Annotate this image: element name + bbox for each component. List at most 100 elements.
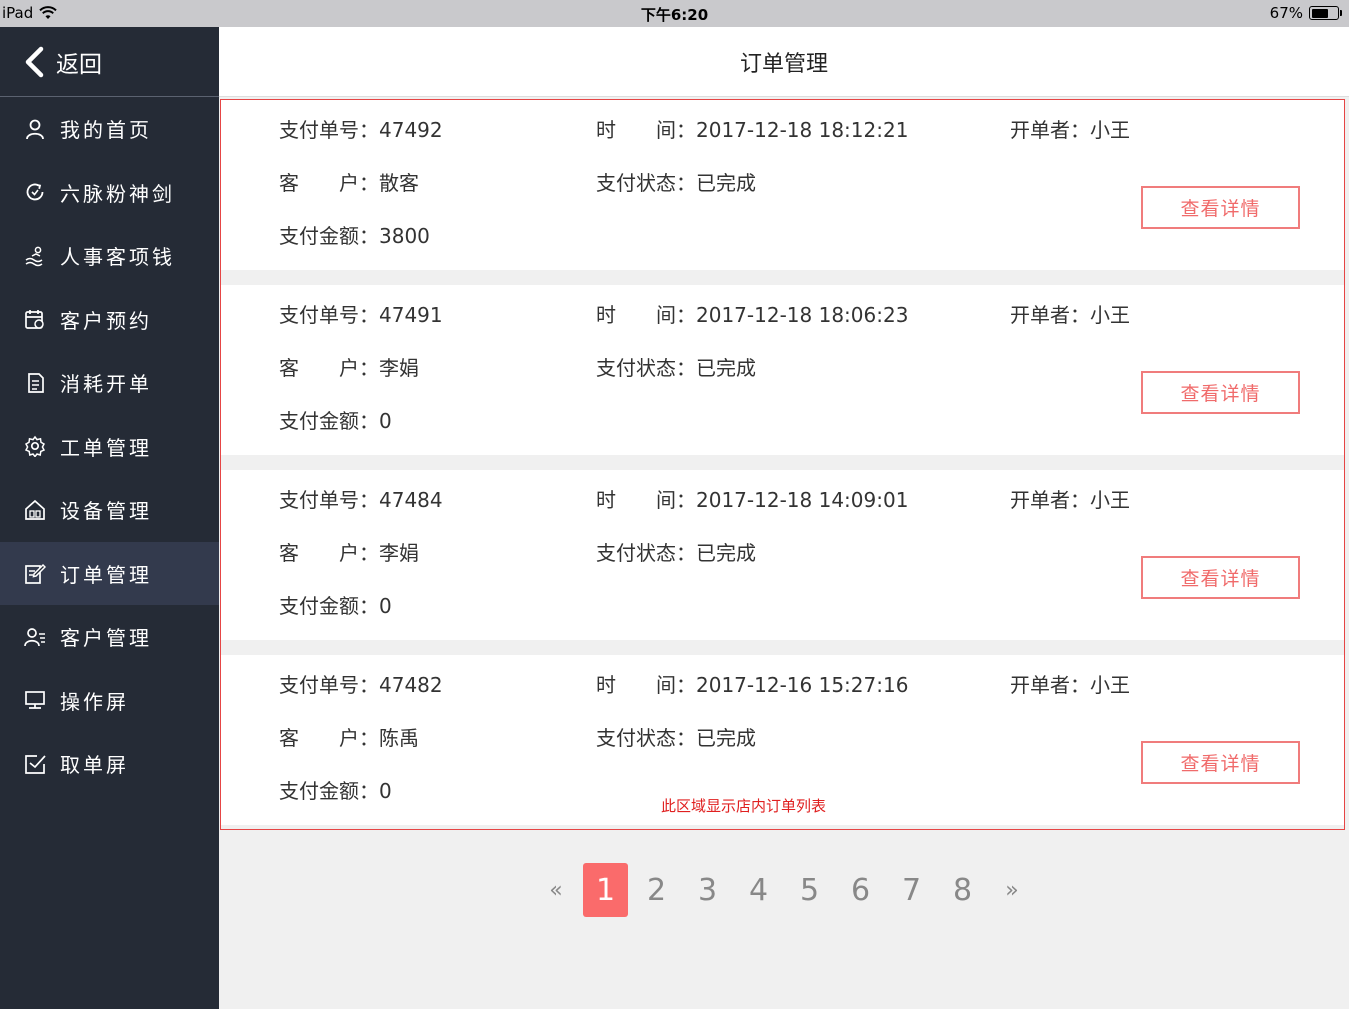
field-label: 支付状态：: [596, 541, 696, 565]
order-number: 支付单号：47491: [279, 299, 443, 328]
page-header: 订单管理: [219, 27, 1349, 97]
people-icon: [25, 246, 43, 266]
field-value: 散客: [379, 171, 419, 195]
sidebar-nav: 我的首页六脉粉神剑人事客项钱客户预约消耗开单工单管理设备管理订单管理客户管理 操作…: [0, 97, 219, 796]
sidebar-item-label: 设备管理: [60, 499, 152, 524]
order-number: 支付单号：47492: [279, 114, 443, 143]
sidebar-item-label: 客户预约: [60, 308, 152, 333]
sidebar-item-6[interactable]: 工单管理: [0, 415, 219, 479]
order-time: 时 间：2017-12-18 18:12:21: [596, 114, 908, 143]
field-label: 时 间：: [596, 303, 696, 327]
order-status: 支付状态：已完成: [596, 722, 756, 751]
refresh-icon: [26, 183, 44, 201]
sidebar-item-label: 取单屏: [60, 753, 129, 778]
sidebar-item-11[interactable]: 取单屏: [0, 732, 219, 796]
sidebar-item-3[interactable]: 人事客项钱: [0, 224, 219, 288]
field-value: 0: [379, 409, 392, 433]
sidebar-item-4[interactable]: 客户预约: [0, 288, 219, 352]
calendar-icon: [25, 310, 44, 330]
field-value: 陈禹: [379, 726, 419, 750]
order-status: 支付状态：已完成: [596, 537, 756, 566]
field-value: 李娟: [379, 541, 419, 565]
order-card: 支付单号：47492 时 间：2017-12-18 18:12:21 开单者：小王客…: [221, 100, 1344, 270]
field-label: 时 间：: [596, 118, 696, 142]
field-label: 开单者：: [1010, 303, 1090, 327]
page-button-6[interactable]: 6: [835, 863, 886, 917]
back-button[interactable]: 返回: [0, 27, 219, 97]
page-button-8[interactable]: 8: [937, 863, 988, 917]
page-button-2[interactable]: 2: [631, 863, 682, 917]
sidebar-item-label: 六脉粉神剑: [60, 181, 175, 206]
page-button-4[interactable]: 4: [733, 863, 784, 917]
order-list: 支付单号：47492 时 间：2017-12-18 18:12:21 开单者：小王客…: [220, 99, 1345, 830]
field-value: 3800: [379, 224, 430, 248]
field-value: 47482: [379, 673, 443, 697]
field-label: 客 户：: [279, 356, 379, 380]
field-label: 开单者：: [1010, 488, 1090, 512]
pagination: «1 2 3 4 5 6 7 8»: [219, 863, 1349, 917]
main-content: 订单管理 支付单号：47492 时 间：2017-12-18 18:12:21 开单…: [219, 27, 1349, 1009]
sidebar-item-5[interactable]: 消耗开单: [0, 351, 219, 415]
order-customer: 客 户：散客: [279, 167, 419, 196]
sidebar-item-10[interactable]: 操作屏: [0, 669, 219, 733]
order-amount: 支付金额：0: [279, 405, 392, 434]
page-button-5[interactable]: 5: [784, 863, 835, 917]
back-label: 返回: [56, 51, 102, 78]
view-detail-button[interactable]: 查看详情: [1141, 556, 1300, 599]
field-value: 李娟: [379, 356, 419, 380]
next-page-button[interactable]: »: [988, 863, 1036, 917]
field-label: 支付状态：: [596, 356, 696, 380]
order-status: 支付状态：已完成: [596, 167, 756, 196]
order-time: 时 间：2017-12-16 15:27:16: [596, 669, 908, 698]
prev-page-button[interactable]: «: [532, 863, 580, 917]
field-label: 开单者：: [1010, 118, 1090, 142]
view-detail-button[interactable]: 查看详情: [1141, 186, 1300, 229]
battery-percent: 67%: [1269, 4, 1303, 22]
field-value: 2017-12-18 18:06:23: [696, 303, 909, 327]
order-time: 时 间：2017-12-18 14:09:01: [596, 484, 908, 513]
user-icon: [26, 119, 44, 139]
field-label: 支付单号：: [279, 118, 379, 142]
page-button-1[interactable]: 1: [583, 863, 628, 917]
field-label: 支付单号：: [279, 303, 379, 327]
view-detail-button[interactable]: 查看详情: [1141, 371, 1300, 414]
field-label: 客 户：: [279, 541, 379, 565]
order-customer: 客 户：陈禹: [279, 722, 419, 751]
page-button-3[interactable]: 3: [682, 863, 733, 917]
field-label: 开单者：: [1010, 673, 1090, 697]
sidebar-item-9[interactable]: 客户管理: [0, 605, 219, 669]
field-value: 已完成: [696, 726, 756, 750]
field-value: 0: [379, 594, 392, 618]
field-value: 47491: [379, 303, 443, 327]
order-operator: 开单者：小王: [1010, 484, 1130, 513]
field-label: 时 间：: [596, 488, 696, 512]
order-amount: 支付金额：0: [279, 590, 392, 619]
sidebar-item-2[interactable]: 六脉粉神剑: [0, 161, 219, 225]
field-label: 时 间：: [596, 673, 696, 697]
field-value: 小王: [1090, 673, 1130, 697]
order-operator: 开单者：小王: [1010, 299, 1130, 328]
field-value: 已完成: [696, 541, 756, 565]
order-number: 支付单号：47482: [279, 669, 443, 698]
sidebar-item-8[interactable]: 订单管理: [0, 541, 219, 605]
sidebar-item-label: 订单管理: [60, 562, 152, 587]
order-customer: 客 户：李娟: [279, 537, 419, 566]
sidebar-item-label: 人事客项钱: [60, 245, 175, 270]
order-time: 时 间：2017-12-18 18:06:23: [596, 299, 908, 328]
field-label: 客 户：: [279, 726, 379, 750]
annotation-note: 此区域显示店内订单列表: [661, 797, 827, 815]
field-label: 支付单号：: [279, 488, 379, 512]
monitor-icon: [25, 691, 45, 710]
user-list-icon: [24, 627, 45, 646]
field-label: 支付单号：: [279, 673, 379, 697]
sidebar-item-7[interactable]: 设备管理: [0, 478, 219, 542]
order-card: 支付单号：47484 时 间：2017-12-18 14:09:01 开单者：小王客…: [221, 470, 1344, 640]
view-detail-button[interactable]: 查看详情: [1141, 741, 1300, 784]
sidebar-item-1[interactable]: 我的首页: [0, 97, 219, 161]
field-value: 0: [379, 779, 392, 803]
page-button-7[interactable]: 7: [886, 863, 937, 917]
field-label: 支付金额：: [279, 224, 379, 248]
order-card: 支付单号：47491 时 间：2017-12-18 18:06:23 开单者：小王客…: [221, 285, 1344, 455]
sidebar-item-label: 消耗开单: [60, 372, 152, 397]
field-value: 已完成: [696, 171, 756, 195]
